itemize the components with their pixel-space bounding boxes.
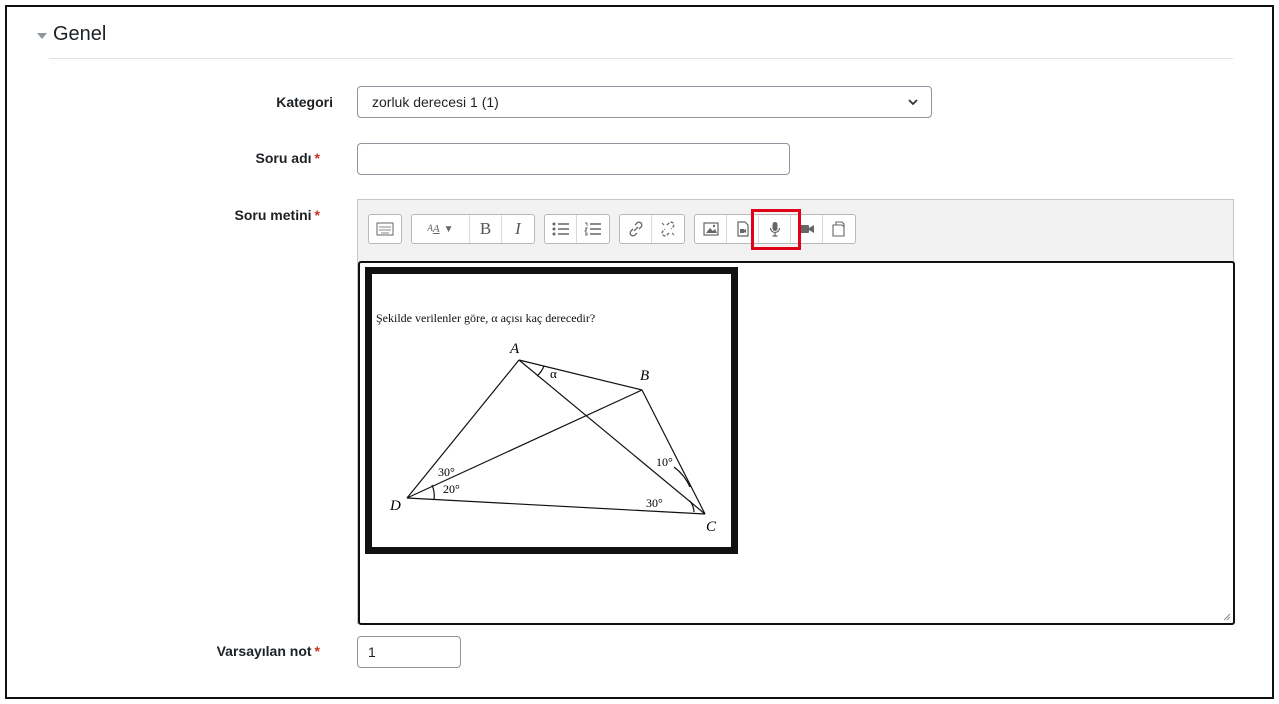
triangle-figure: Şekilde verilenler göre, α açısı kaç der… [376,311,717,535]
point-c-label: C [706,519,717,535]
show-more-buttons-button[interactable] [369,215,401,243]
question-name-input[interactable] [357,143,790,175]
resize-handle-icon[interactable] [1221,611,1231,621]
toolbar-group-collapse [368,214,402,244]
section-title: Genel [53,23,107,45]
font-size-icon: AA [427,223,440,235]
collapse-caret-icon[interactable] [37,32,47,39]
unlink-button[interactable] [652,215,684,243]
point-d-label: D [389,498,401,514]
files-icon [832,221,845,237]
point-a-label: A [509,341,520,357]
alpha-angle-label: α [550,366,557,381]
dropdown-arrow-icon: ▼ [443,223,454,235]
ordered-list-button[interactable] [577,215,609,243]
point-b-label: B [640,368,649,384]
question-text-label: Soru metini * [234,207,320,223]
rich-text-editor: AA ▼ B I Şekilde verilenler göre, α açıs… [357,199,1235,625]
form-frame: Genel Kategori zorluk derecesi 1 (1) Sor… [5,5,1274,699]
default-mark-input[interactable]: 1 [357,636,461,668]
angle-d-lower-label: 20° [443,482,460,496]
required-icon: * [314,150,320,166]
bold-icon: B [479,219,492,238]
numbered-list-icon [584,222,601,236]
question-name-label: Soru adı * [255,150,320,166]
angle-c-upper-label: 10° [656,455,673,469]
required-icon: * [314,207,320,223]
link-icon [629,221,642,237]
italic-icon: I [515,219,521,238]
paragraph-styles-button[interactable]: AA ▼ [412,215,470,243]
chevron-down-icon [908,99,918,106]
media-file-icon [736,221,749,237]
insert-image-button[interactable] [695,215,727,243]
unordered-list-button[interactable] [545,215,577,243]
category-select[interactable]: zorluk derecesi 1 (1) [357,86,932,118]
bullet-list-icon [552,222,569,236]
section-divider [49,58,1233,59]
image-icon [702,222,719,236]
toolbar-group-lists [544,214,610,244]
toolbar-group-style: AA ▼ B I [411,214,535,244]
manage-files-button[interactable] [823,215,855,243]
bold-button[interactable]: B [470,215,502,243]
editor-content-area[interactable]: Şekilde verilenler göre, α açısı kaç der… [358,261,1235,625]
image-button-highlight-box [751,209,801,250]
keyboard-icon [376,222,394,236]
unlink-icon [661,221,675,237]
figure-prompt: Şekilde verilenler göre, α açısı kaç der… [376,311,595,325]
link-button[interactable] [620,215,652,243]
angle-c-lower-label: 30° [646,496,663,510]
required-icon: * [314,643,320,659]
geometry-question-image[interactable]: Şekilde verilenler göre, α açısı kaç der… [365,267,738,554]
category-label: Kategori [276,94,333,110]
default-mark-label: Varsayılan not * [216,643,320,659]
section-header-genel[interactable]: Genel [37,23,106,46]
angle-d-upper-label: 30° [438,465,455,479]
italic-button[interactable]: I [502,215,534,243]
category-selected-value: zorluk derecesi 1 (1) [372,94,499,110]
toolbar-group-links [619,214,685,244]
